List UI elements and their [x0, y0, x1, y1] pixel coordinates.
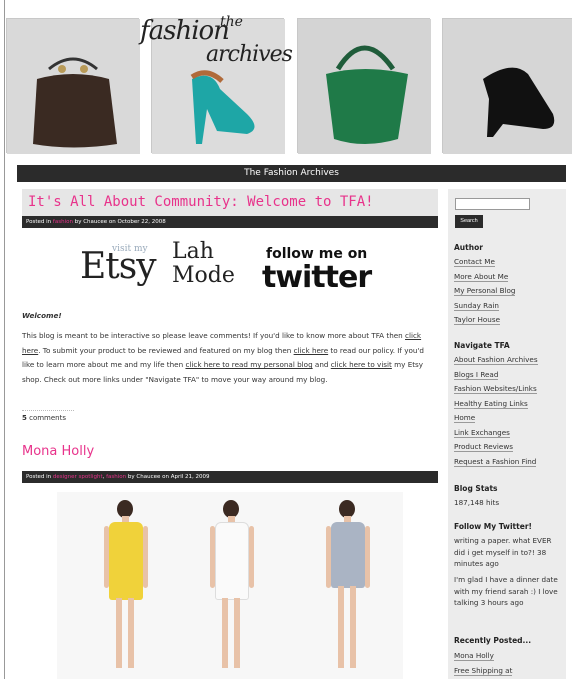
meta-category-link[interactable]: fashion — [53, 219, 73, 225]
purse-icon — [7, 19, 140, 154]
recent-mona-holly-link[interactable]: Mona Holly — [454, 651, 494, 661]
banner-image-green-bag — [297, 18, 431, 154]
about-fashion-archives-link[interactable]: About Fashion Archives — [454, 355, 538, 365]
body-text-1: This blog is meant to be interactive so … — [22, 331, 406, 340]
post-title-mona-holly[interactable]: Mona Holly — [22, 444, 94, 459]
recent-posts-heading: Recently Posted... — [454, 636, 532, 645]
mona-holly-lookbook-image — [57, 492, 403, 679]
header-banner: fashion the archives — [6, 14, 572, 154]
model-gray-romper — [319, 500, 379, 678]
etsy-text: Etsy — [80, 246, 157, 287]
post-header: It's All About Community: Welcome to TFA… — [22, 189, 438, 216]
fashion-websites-link[interactable]: Fashion Websites/Links — [454, 384, 537, 394]
lah-text: Lah — [172, 239, 214, 264]
author-heading: Author — [454, 243, 483, 252]
personal-blog-link[interactable]: click here to read my personal blog — [185, 360, 312, 369]
logo-word-the: the — [220, 14, 243, 30]
tweet-2: I'm glad I have a dinner date with my fr… — [454, 575, 558, 607]
search-input[interactable] — [455, 198, 530, 210]
contact-me-link[interactable]: Contact Me — [454, 257, 495, 267]
search-button[interactable]: Search — [455, 215, 483, 228]
meta-prefix: Posted in — [26, 219, 53, 225]
tweet-1: writing a paper. what EVER did i get mys… — [454, 536, 552, 568]
recent-free-shipping-link[interactable]: Free Shipping at — [454, 665, 513, 676]
banner-image-heel — [442, 18, 572, 154]
body-text-2: . To submit your product to be reviewed … — [38, 345, 294, 355]
policy-link[interactable]: click here — [294, 346, 329, 355]
post-title-welcome[interactable]: It's All About Community: Welcome to TFA… — [22, 189, 438, 216]
model-yellow-dress — [97, 500, 157, 678]
handbag-icon — [298, 19, 431, 154]
lah-mode-logo[interactable]: Lah Mode — [172, 240, 235, 288]
meta-prefix-2: Posted in — [26, 474, 53, 480]
more-about-me-link[interactable]: More About Me — [454, 271, 509, 282]
blog-stats-heading: Blog Stats — [454, 484, 498, 493]
link-exchanges-link[interactable]: Link Exchanges — [454, 427, 510, 438]
product-reviews-link[interactable]: Product Reviews — [454, 442, 513, 452]
healthy-eating-link[interactable]: Healthy Eating Links — [454, 398, 528, 409]
site-logo[interactable]: fashion the archives — [136, 10, 306, 80]
post-meta-2: Posted in designer spotlight, fashion by… — [22, 471, 438, 483]
sunday-rain-link[interactable]: Sunday Rain — [454, 300, 499, 311]
body-text-4: and — [312, 360, 331, 370]
navigate-links: About Fashion Archives Blogs I Read Fash… — [454, 353, 538, 469]
heel-icon — [443, 19, 572, 154]
post-meta: Posted in fashion by Chaucee on October … — [22, 216, 438, 228]
blogs-i-read-link[interactable]: Blogs I Read — [454, 369, 499, 380]
etsy-shop-link[interactable]: click here to visit — [331, 360, 392, 369]
personal-blog-sidebar-link[interactable]: My Personal Blog — [454, 286, 516, 296]
meta-suffix: by Chaucee on October 22, 2008 — [72, 219, 166, 225]
comments-link[interactable]: 5 comments — [22, 410, 75, 422]
model-white-dress — [203, 500, 263, 678]
meta-category-designer[interactable]: designer spotlight — [53, 474, 103, 480]
home-link[interactable]: Home — [454, 413, 476, 423]
twitter-heading: Follow My Twitter! — [454, 522, 532, 531]
twitter-big-text: twitter — [262, 260, 372, 295]
banner-image-purse — [6, 18, 140, 154]
comments-label: comments — [26, 414, 67, 422]
taylor-house-link[interactable]: Taylor House — [454, 315, 501, 325]
blog-stats-value: 187,148 hits — [454, 498, 500, 507]
welcome-heading: Welcome! — [22, 311, 62, 320]
author-links: Contact Me More About Me My Personal Blo… — [454, 255, 516, 328]
navigate-heading: Navigate TFA — [454, 341, 510, 350]
post-body: This blog is meant to be interactive so … — [22, 329, 438, 387]
site-title-bar[interactable]: The Fashion Archives — [17, 165, 566, 182]
social-logos: visit my Etsy Lah Mode follow me on twit… — [78, 238, 382, 296]
logo-word-archives: archives — [206, 42, 293, 67]
request-fashion-find-link[interactable]: Request a Fashion Find — [454, 456, 537, 467]
meta-category-fashion[interactable]: fashion — [106, 474, 126, 480]
meta-suffix-2: by Chaucee on April 21, 2009 — [126, 474, 210, 480]
mode-text: Mode — [172, 263, 235, 288]
recent-posts-links: Mona Holly Free Shipping at — [454, 649, 513, 678]
